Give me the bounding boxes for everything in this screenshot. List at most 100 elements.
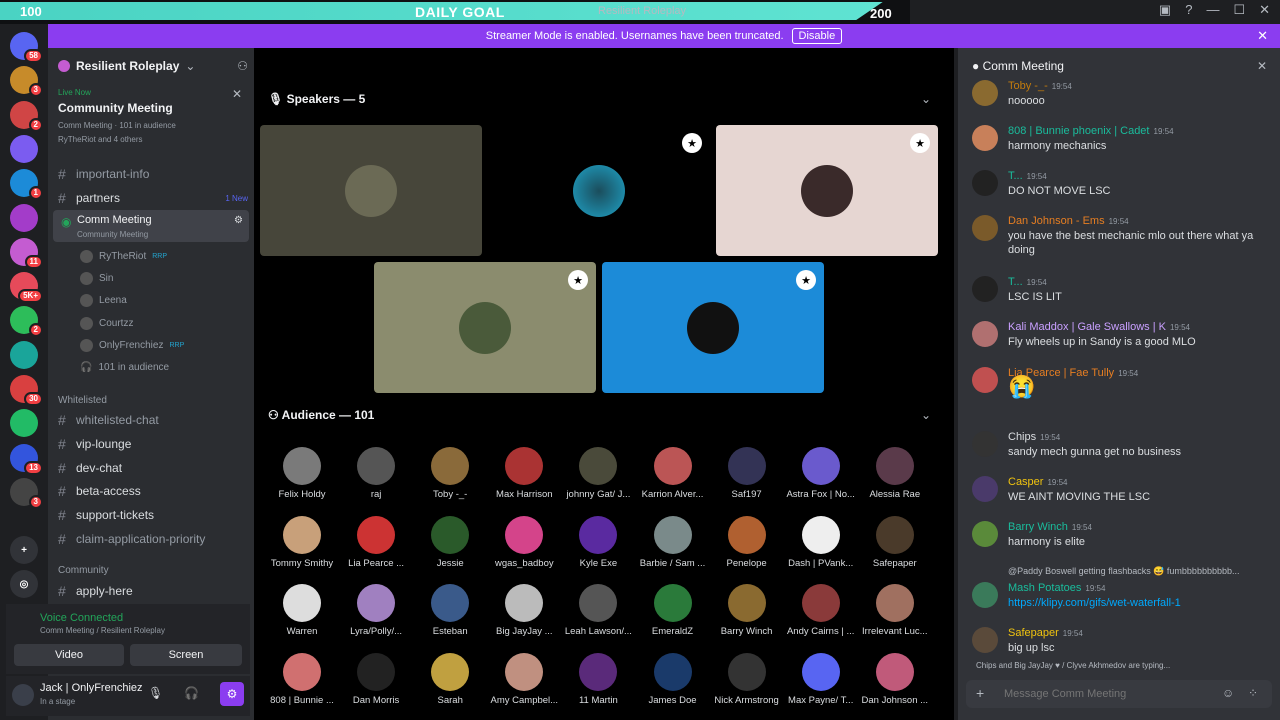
server-icon[interactable]: 2 <box>10 306 43 338</box>
avatar[interactable] <box>972 367 998 393</box>
audience-member[interactable]: 11 Martin <box>560 652 636 706</box>
message-author[interactable]: Chips <box>1008 431 1036 443</box>
audience-member[interactable]: Barbie / Sam ... <box>635 515 711 569</box>
avatar[interactable] <box>972 321 998 347</box>
audience-member[interactable]: Dan Johnson ... <box>857 652 933 706</box>
close-icon[interactable]: ✕ <box>1259 2 1270 18</box>
speaker-tile[interactable]: ★ <box>602 262 824 393</box>
close-icon[interactable]: ✕ <box>1257 28 1268 44</box>
audience-count[interactable]: 🎧 101 in audience <box>80 358 169 376</box>
server-icon[interactable]: 5K+ <box>10 272 43 304</box>
channel-dev-chat[interactable]: # dev-chat <box>58 458 248 478</box>
add-server-icon[interactable]: + <box>10 536 38 564</box>
message-author[interactable]: Toby -_- <box>1008 80 1048 92</box>
message-author[interactable]: Mash Potatoes <box>1008 582 1081 594</box>
live-now-card[interactable]: Live Now Community Meeting Comm Meeting … <box>58 88 176 144</box>
channel-partners[interactable]: # partners 1 New <box>58 188 248 208</box>
audience-member[interactable]: Karrion Alver... <box>635 447 711 500</box>
headphones-icon[interactable]: 🎧 <box>184 686 199 700</box>
message-author[interactable]: Kali Maddox | Gale Swallows | K <box>1008 321 1166 333</box>
message-author[interactable]: Safepaper <box>1008 627 1059 639</box>
audience-member[interactable]: wgas_badboy <box>486 515 562 569</box>
audience-member[interactable]: EmeraldZ <box>635 584 711 637</box>
message-input[interactable] <box>1004 685 1204 703</box>
message-author[interactable]: T... <box>1008 276 1023 288</box>
message-author[interactable]: Barry Winch <box>1008 521 1068 533</box>
audience-member[interactable]: Max Payne/ T... <box>783 652 859 706</box>
audience-member[interactable]: Kyle Exe <box>560 515 636 569</box>
server-icon[interactable]: 13 <box>10 443 43 475</box>
server-icon[interactable]: 3 <box>10 66 43 98</box>
channel-claim-application-priority[interactable]: # claim-application-priority <box>58 529 248 549</box>
avatar[interactable] <box>972 431 998 457</box>
close-icon[interactable]: ✕ <box>1257 59 1267 73</box>
chevron-down-icon[interactable]: ⌄ <box>921 92 931 106</box>
stage-member[interactable]: Courtzz <box>80 314 133 332</box>
maximize-icon[interactable]: ☐ <box>1233 2 1245 18</box>
server-icon[interactable]: 11 <box>10 237 43 269</box>
server-icon[interactable]: 58 <box>10 32 43 63</box>
audience-member[interactable]: Barry Winch <box>709 584 785 637</box>
settings-icon[interactable]: ⚙ <box>220 682 244 706</box>
server-icon[interactable]: 1 <box>10 169 43 201</box>
avatar[interactable] <box>12 684 34 706</box>
avatar[interactable] <box>972 582 998 608</box>
stage-member[interactable]: Leena <box>80 292 127 310</box>
audience-member[interactable]: Dan Morris <box>338 652 414 706</box>
audience-member[interactable]: Toby -_- <box>412 447 488 500</box>
avatar[interactable] <box>972 125 998 151</box>
avatar[interactable] <box>972 170 998 196</box>
audience-member[interactable]: Andy Cairns | ... <box>783 584 859 637</box>
server-icon[interactable]: 30 <box>10 375 43 406</box>
explore-icon[interactable]: ◎ <box>10 570 38 598</box>
screen-button[interactable]: Screen <box>130 644 242 666</box>
reply-reference[interactable]: @Paddy Boswell getting flashbacks 😅 fumb… <box>1008 566 1273 577</box>
audience-member[interactable]: Saf197 <box>709 447 785 500</box>
audience-member[interactable]: Dash | PVank... <box>783 515 859 569</box>
audience-member[interactable]: Lyra/Polly/... <box>338 584 414 637</box>
audience-member[interactable]: Irrelevant Luc... <box>857 584 933 637</box>
server-header[interactable]: Resilient Roleplay ⌄ ⚇ <box>58 57 248 75</box>
category-community[interactable]: Community <box>58 565 109 576</box>
audience-member[interactable]: Warren <box>264 584 340 637</box>
server-icon[interactable]: 2 <box>10 100 43 132</box>
audience-member[interactable]: Nick Armstrong <box>709 652 785 706</box>
stage-member[interactable]: OnlyFrenchiez RRP <box>80 337 184 355</box>
channel-support-tickets[interactable]: # support-tickets <box>58 505 248 525</box>
close-icon[interactable]: ✕ <box>232 87 242 101</box>
speaker-tile[interactable]: ★ <box>374 262 596 393</box>
audience-member[interactable]: Amy Campbel... <box>486 652 562 706</box>
message-author[interactable]: T... <box>1008 170 1023 182</box>
server-icon[interactable] <box>10 203 38 232</box>
server-icon[interactable] <box>10 340 38 369</box>
avatar[interactable] <box>972 476 998 502</box>
server-icon[interactable]: 3 <box>10 477 43 509</box>
audience-member[interactable]: johnny Gat/ J... <box>560 447 636 500</box>
speaker-tile[interactable] <box>260 125 482 256</box>
settings-icon[interactable]: ⚙ <box>234 215 243 226</box>
add-member-icon[interactable]: ⚇ <box>237 59 248 73</box>
audience-member[interactable]: Sarah <box>412 652 488 706</box>
inbox-icon[interactable]: ▣ <box>1159 2 1171 18</box>
speaker-tile[interactable]: ★ <box>716 125 938 256</box>
audience-member[interactable]: Felix Holdy <box>264 447 340 500</box>
avatar[interactable] <box>972 276 998 302</box>
apps-icon[interactable]: ⁘ <box>1248 686 1258 700</box>
message-text[interactable]: https://klipy.com/gifs/wet-waterfall-1 <box>1008 596 1268 610</box>
audience-member[interactable]: Jessie <box>412 515 488 569</box>
avatar[interactable] <box>972 521 998 547</box>
message-author[interactable]: Dan Johnson - Ems <box>1008 215 1105 227</box>
audience-member[interactable]: Penelope <box>709 515 785 569</box>
audience-member[interactable]: 808 | Bunnie ... <box>264 652 340 706</box>
audience-member[interactable]: Big JayJay ... <box>486 584 562 637</box>
audience-member[interactable]: Leah Lawson/... <box>560 584 636 637</box>
channel-apply-here[interactable]: # apply-here <box>58 581 248 601</box>
chevron-down-icon[interactable]: ⌄ <box>921 408 931 422</box>
category-whitelisted[interactable]: Whitelisted <box>58 395 107 406</box>
audience-member[interactable]: Tommy Smithy <box>264 515 340 569</box>
avatar[interactable] <box>972 80 998 106</box>
audience-member[interactable]: Alessia Rae <box>857 447 933 500</box>
audience-member[interactable]: Lia Pearce ... <box>338 515 414 569</box>
stage-channel-comm-meeting[interactable]: ◉ Comm Meeting Community Meeting ⚙ <box>53 210 249 242</box>
avatar[interactable] <box>972 215 998 241</box>
